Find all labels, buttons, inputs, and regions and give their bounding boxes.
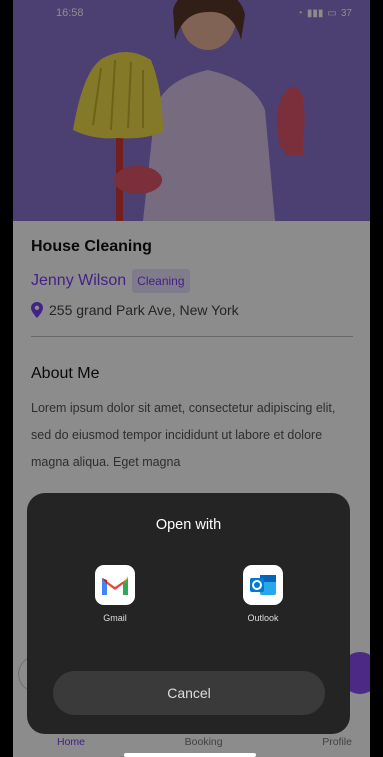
gmail-icon: [95, 565, 135, 605]
dialog-title: Open with: [155, 517, 222, 533]
app-option-gmail[interactable]: Gmail: [75, 565, 155, 623]
open-with-dialog: Open with Gmail Outlook Cancel: [27, 493, 350, 734]
home-indicator: [124, 753, 256, 757]
app-label-outlook: Outlook: [247, 613, 279, 623]
app-option-outlook[interactable]: Outlook: [223, 565, 303, 623]
cancel-button[interactable]: Cancel: [53, 671, 325, 715]
outlook-icon: [243, 565, 283, 605]
app-label-gmail: Gmail: [103, 613, 127, 623]
